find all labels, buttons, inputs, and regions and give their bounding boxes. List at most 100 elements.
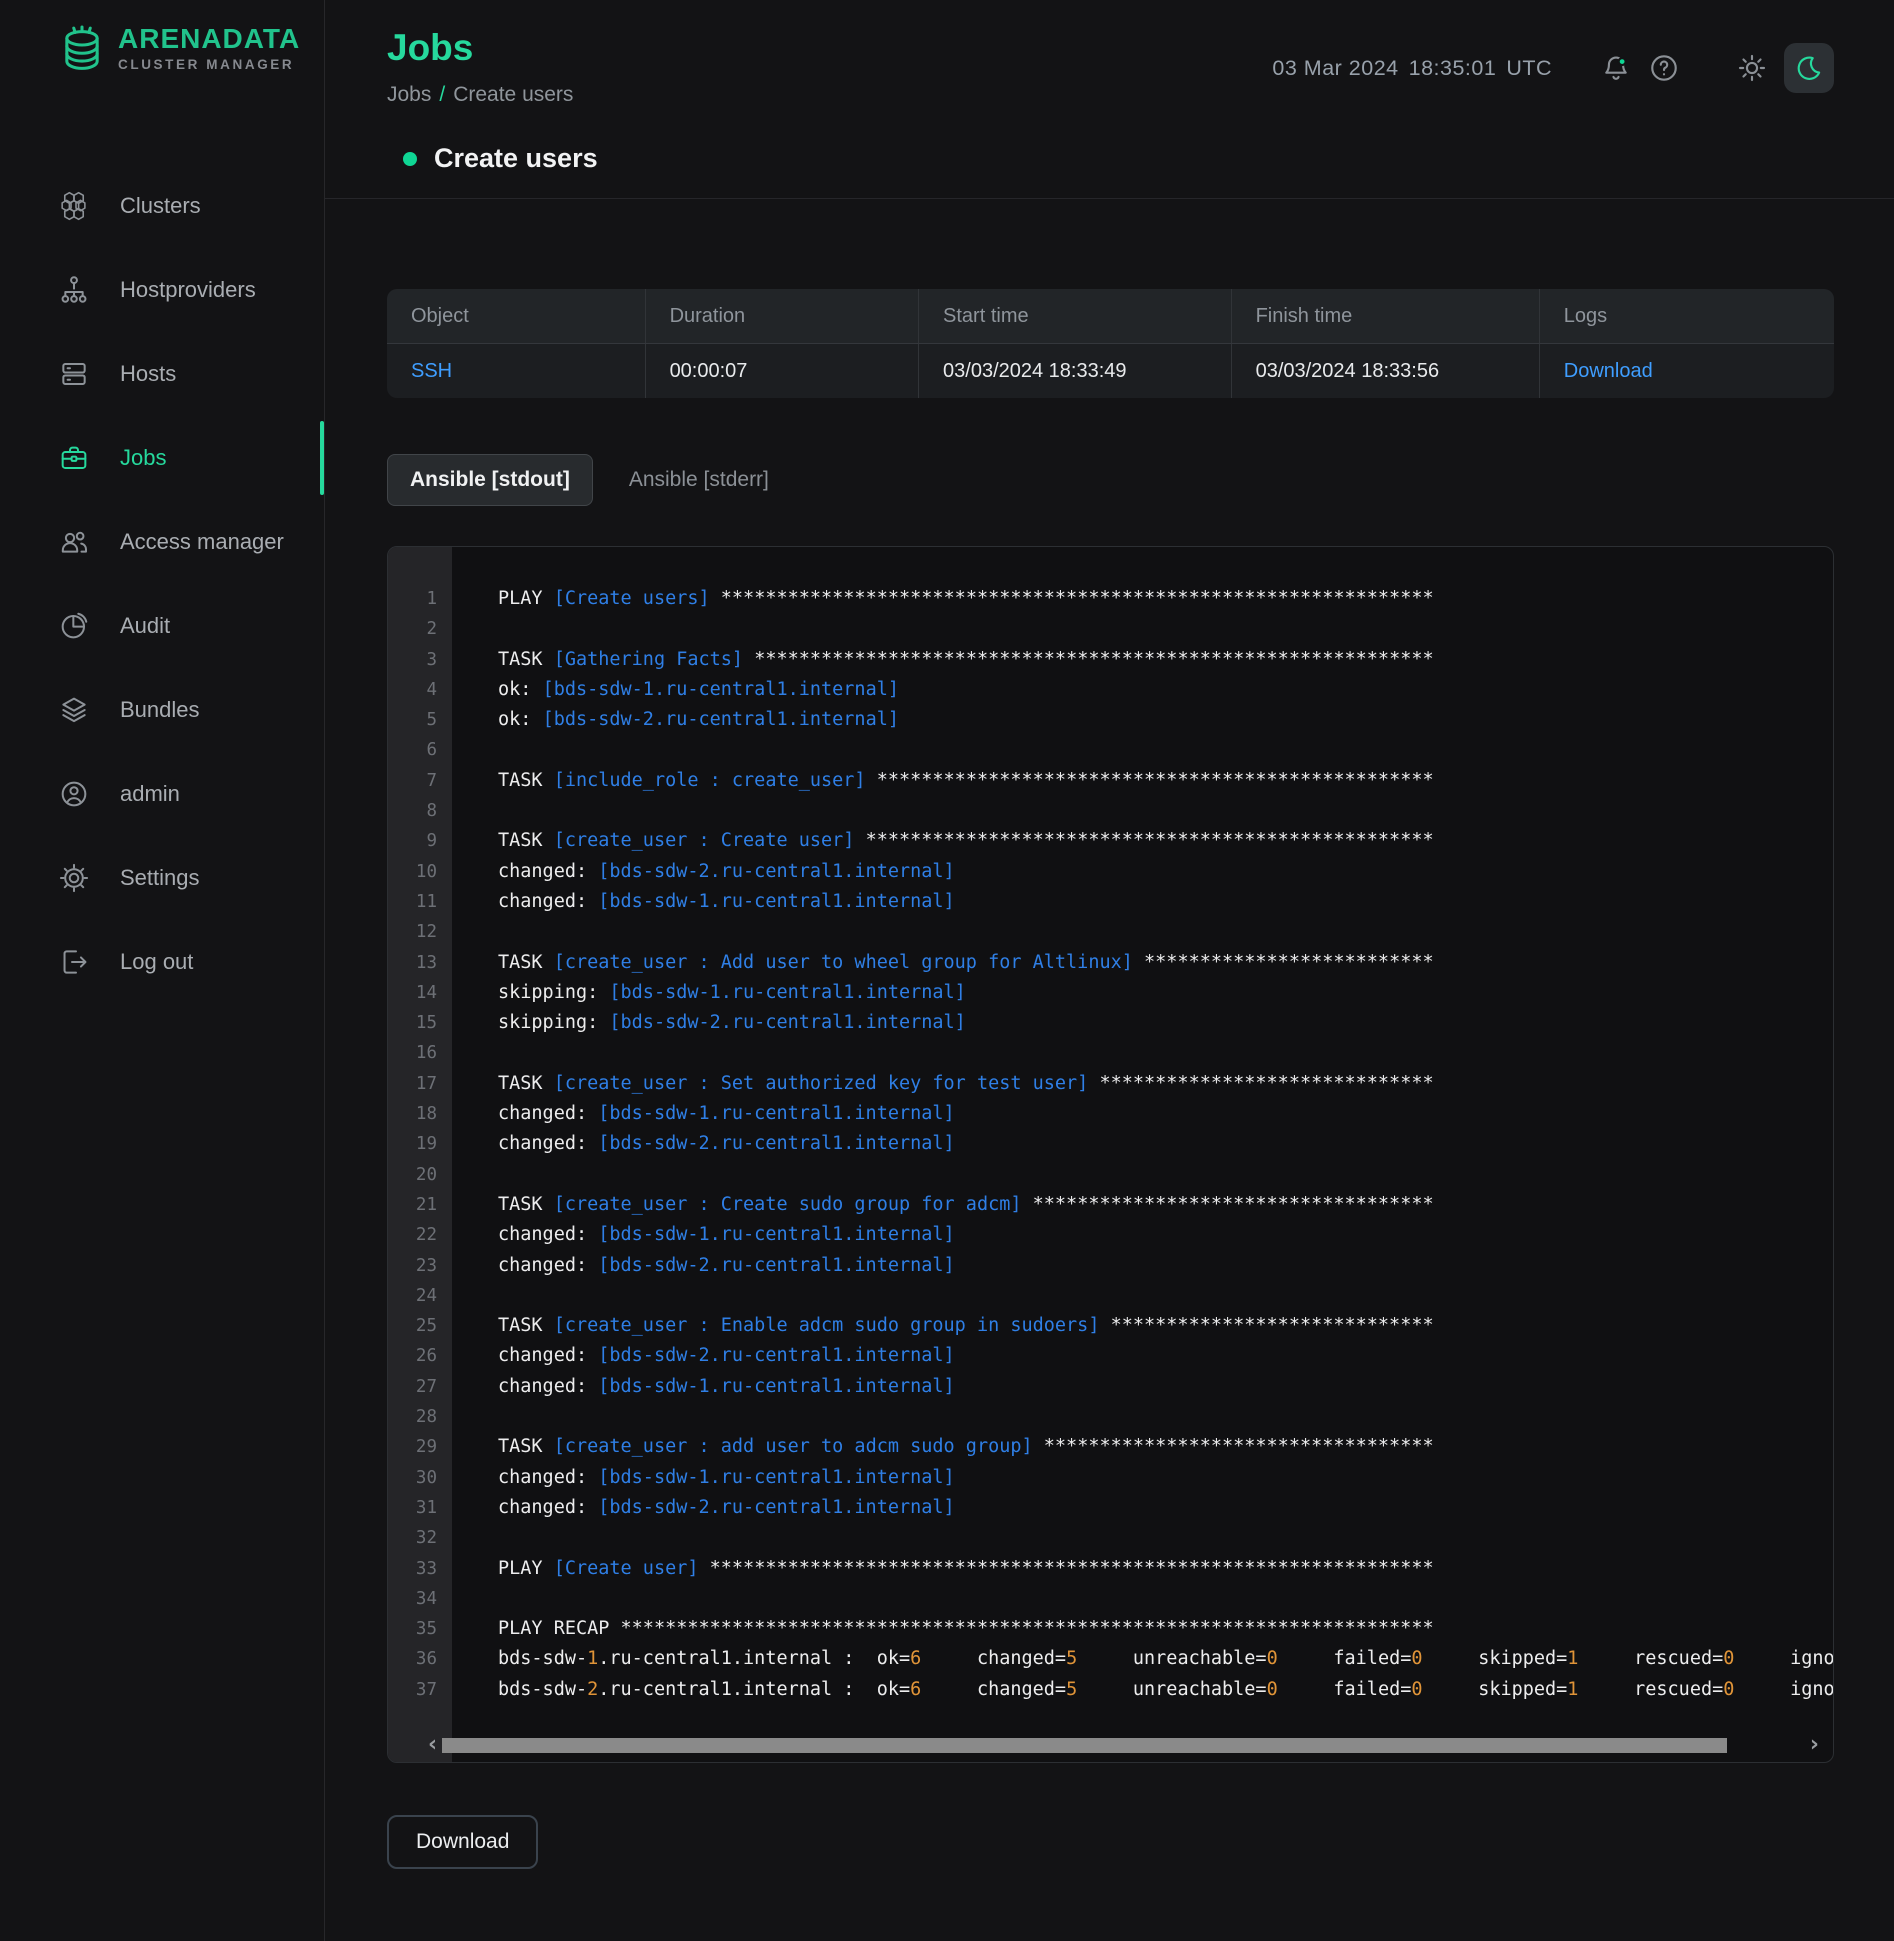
log-line: 12 — [388, 917, 1833, 947]
log-line-text: PLAY [Create user] *********************… — [452, 1554, 1434, 1584]
arenadata-logo-icon — [56, 24, 108, 76]
log-line: 20 — [388, 1160, 1833, 1190]
log-line-text: TASK [create_user : Add user to wheel gr… — [452, 948, 1434, 978]
log-line-text: TASK [include_role : create_user] ******… — [452, 766, 1434, 796]
log-line-text: PLAY RECAP *****************************… — [452, 1614, 1434, 1644]
sidebar-item-access-manager[interactable]: Access manager — [0, 514, 324, 570]
object-link[interactable]: SSH — [411, 360, 452, 383]
dark-theme-button[interactable] — [1784, 43, 1834, 93]
time-text: 18:35:01 — [1409, 56, 1497, 80]
sidebar-item-label: Hostproviders — [120, 277, 256, 303]
log-line: 27changed: [bds-sdw-1.ru-central1.intern… — [388, 1372, 1833, 1402]
sidebar-item-label: Bundles — [120, 697, 200, 723]
column-header-duration: Duration — [645, 289, 918, 343]
log-line-number: 34 — [388, 1584, 452, 1614]
log-line-number: 25 — [388, 1311, 452, 1341]
sidebar-item-bundles[interactable]: Bundles — [0, 682, 324, 738]
log-line: 30changed: [bds-sdw-1.ru-central1.intern… — [388, 1463, 1833, 1493]
breadcrumb-current: Create users — [453, 83, 573, 106]
log-line-text — [452, 1584, 498, 1614]
breadcrumb: Jobs/Create users — [387, 83, 573, 107]
log-line-text: changed: [bds-sdw-2.ru-central1.internal… — [452, 1251, 955, 1281]
log-tabs: Ansible [stdout] Ansible [stderr] — [387, 454, 1834, 506]
sidebar-item-hostproviders[interactable]: Hostproviders — [0, 262, 324, 318]
log-line-number: 1 — [388, 584, 452, 614]
table-header-row: Object Duration Start time Finish time L… — [387, 289, 1834, 343]
jobs-icon — [58, 442, 90, 474]
brand-name: ARENADATA — [118, 24, 300, 54]
log-line-number: 23 — [388, 1251, 452, 1281]
notifications-button[interactable] — [1600, 52, 1632, 84]
scroll-left-arrow[interactable]: ‹ — [428, 1736, 437, 1754]
scrollbar-thumb[interactable] — [442, 1738, 1727, 1753]
log-line-number: 22 — [388, 1220, 452, 1250]
column-header-finish-time: Finish time — [1231, 289, 1539, 343]
sidebar-item-logout[interactable]: Log out — [0, 934, 324, 990]
scroll-right-arrow[interactable]: › — [1810, 1736, 1819, 1754]
log-line-number: 37 — [388, 1675, 452, 1705]
log-line-number: 12 — [388, 917, 452, 947]
sidebar-nav: Clusters Hostproviders Hosts — [0, 178, 324, 990]
log-line-number: 11 — [388, 887, 452, 917]
sidebar-item-audit[interactable]: Audit — [0, 598, 324, 654]
log-line-number: 36 — [388, 1644, 452, 1674]
sidebar-item-admin[interactable]: admin — [0, 766, 324, 822]
sidebar-item-label: Hosts — [120, 361, 176, 387]
job-header: Create users — [387, 143, 1834, 174]
help-button[interactable] — [1648, 52, 1680, 84]
log-line-text: skipping: [bds-sdw-2.ru-central1.interna… — [452, 1008, 966, 1038]
sidebar-item-hosts[interactable]: Hosts — [0, 346, 324, 402]
log-line: 5ok: [bds-sdw-2.ru-central1.internal] — [388, 705, 1833, 735]
log-line: 34 — [388, 1584, 1833, 1614]
topbar-right: 03 Mar 202418:35:01UTC — [1262, 42, 1834, 94]
log-line-text — [452, 735, 498, 765]
column-header-start-time: Start time — [918, 289, 1231, 343]
download-log-button[interactable]: Download — [387, 1815, 538, 1869]
tab-ansible-stdout[interactable]: Ansible [stdout] — [387, 454, 593, 506]
log-line: 15skipping: [bds-sdw-2.ru-central1.inter… — [388, 1008, 1833, 1038]
log-line-text: changed: [bds-sdw-1.ru-central1.internal… — [452, 1463, 955, 1493]
job-name: Create users — [434, 143, 598, 174]
light-theme-button[interactable] — [1736, 52, 1768, 84]
brand-subtitle: CLUSTER MANAGER — [118, 57, 300, 72]
log-line-number: 30 — [388, 1463, 452, 1493]
bundles-icon — [58, 694, 90, 726]
log-line: 19changed: [bds-sdw-2.ru-central1.intern… — [388, 1129, 1833, 1159]
log-line-text: TASK [Gathering Facts] *****************… — [452, 645, 1434, 675]
log-line: 21TASK [create_user : Create sudo group … — [388, 1190, 1833, 1220]
column-header-object: Object — [387, 289, 645, 343]
log-line: 36bds-sdw-1.ru-central1.internal : ok=6 … — [388, 1644, 1833, 1674]
log-line-text: changed: [bds-sdw-1.ru-central1.internal… — [452, 1220, 955, 1250]
log-line-number: 21 — [388, 1190, 452, 1220]
log-line-text: TASK [create_user : Create user] *******… — [452, 826, 1434, 856]
log-line-number: 17 — [388, 1069, 452, 1099]
access-manager-icon — [58, 526, 90, 558]
log-line-number: 4 — [388, 675, 452, 705]
log-line-number: 20 — [388, 1160, 452, 1190]
log-line: 25TASK [create_user : Enable adcm sudo g… — [388, 1311, 1833, 1341]
hostproviders-icon — [58, 274, 90, 306]
sidebar-item-jobs[interactable]: Jobs — [0, 430, 324, 486]
duration-value: 00:00:07 — [645, 344, 918, 398]
sidebar-item-label: Audit — [120, 613, 170, 639]
sidebar-item-settings[interactable]: Settings — [0, 850, 324, 906]
log-line-text — [452, 796, 498, 826]
log-line-number: 15 — [388, 1008, 452, 1038]
log-line: 16 — [388, 1038, 1833, 1068]
breadcrumb-parent[interactable]: Jobs — [387, 83, 431, 106]
logs-download-link[interactable]: Download — [1564, 360, 1653, 383]
job-table: Object Duration Start time Finish time L… — [387, 289, 1834, 398]
section-divider — [325, 198, 1894, 199]
hosts-icon — [58, 358, 90, 390]
finish-time-value: 03/03/2024 18:33:56 — [1231, 344, 1539, 398]
tab-ansible-stderr[interactable]: Ansible [stderr] — [629, 455, 769, 505]
log-line-number: 16 — [388, 1038, 452, 1068]
log-line: 14skipping: [bds-sdw-1.ru-central1.inter… — [388, 978, 1833, 1008]
log-line: 18changed: [bds-sdw-1.ru-central1.intern… — [388, 1099, 1833, 1129]
job-status-dot — [403, 152, 417, 166]
log-line-text: changed: [bds-sdw-1.ru-central1.internal… — [452, 887, 955, 917]
app-logo: ARENADATA CLUSTER MANAGER — [0, 24, 324, 76]
sidebar-item-clusters[interactable]: Clusters — [0, 178, 324, 234]
log-line-text: ok: [bds-sdw-1.ru-central1.internal] — [452, 675, 899, 705]
timezone-text: UTC — [1506, 56, 1552, 80]
